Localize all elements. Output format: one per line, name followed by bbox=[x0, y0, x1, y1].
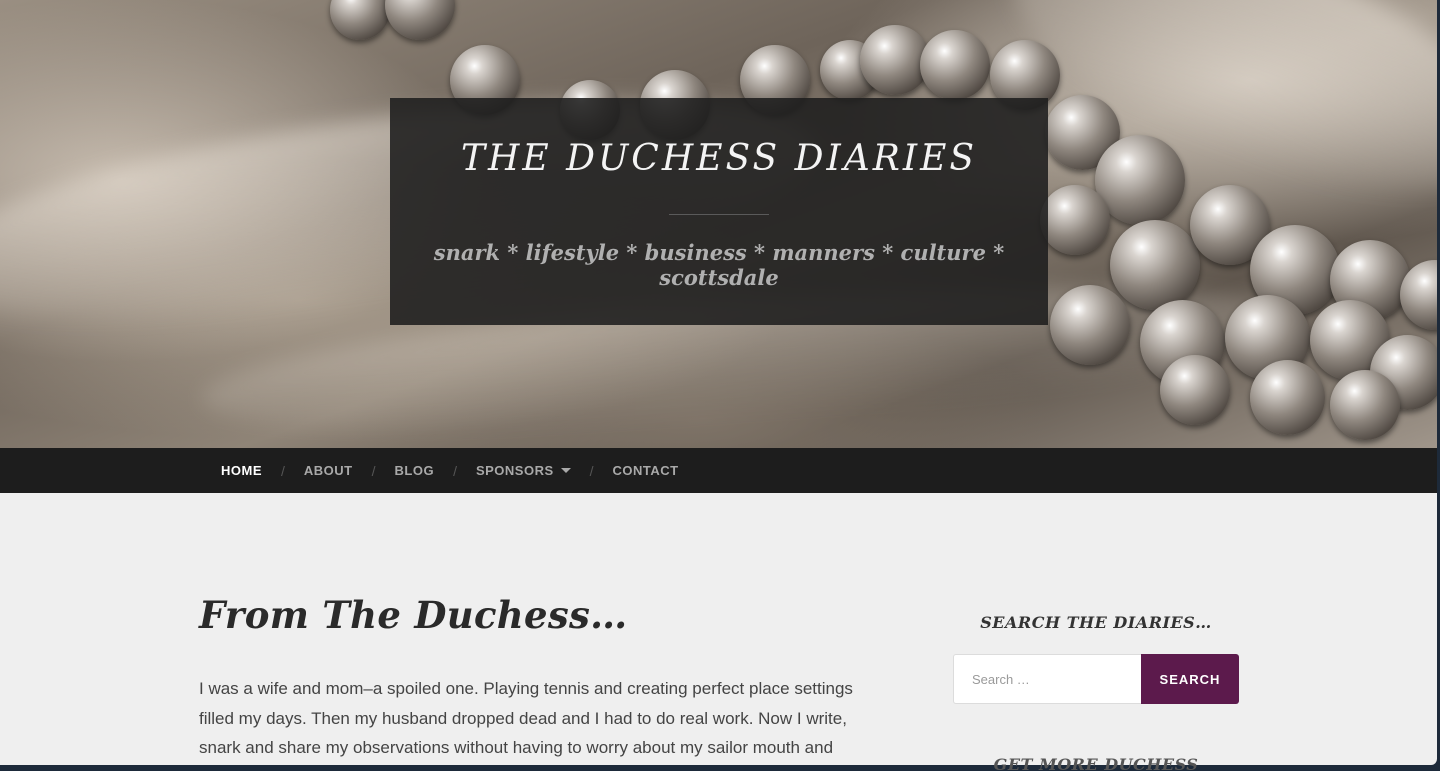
nav-item-home[interactable]: HOME bbox=[221, 463, 262, 478]
pearl bbox=[385, 0, 455, 40]
search-button[interactable]: SEARCH bbox=[1141, 654, 1239, 704]
search-widget-title: SEARCH THE DIARIES… bbox=[980, 613, 1212, 632]
pearl bbox=[1160, 355, 1230, 425]
content-area: From The Duchess… I was a wife and mom–a… bbox=[0, 493, 1437, 771]
nav-separator: / bbox=[453, 462, 457, 479]
nav-item-contact[interactable]: CONTACT bbox=[613, 463, 679, 478]
post-paragraph-line: filled my days. Then my husband dropped … bbox=[199, 708, 847, 728]
nav-item-about[interactable]: ABOUT bbox=[304, 463, 353, 478]
chevron-down-icon bbox=[560, 468, 571, 473]
next-widget-title: GET MORE DUCHESS bbox=[993, 755, 1199, 771]
pearl bbox=[1250, 360, 1325, 435]
nav-item-sponsors[interactable]: SPONSORS bbox=[476, 463, 571, 478]
site-branding: THE DUCHESS DIARIES snark * lifestyle * … bbox=[390, 98, 1048, 325]
nav-item-sponsors-label: SPONSORS bbox=[475, 463, 554, 478]
pearl bbox=[1040, 185, 1110, 255]
header-hero-image: THE DUCHESS DIARIES snark * lifestyle * … bbox=[0, 0, 1440, 448]
pearl bbox=[920, 30, 990, 100]
nav-item-blog[interactable]: BLOG bbox=[395, 463, 435, 478]
pearl bbox=[1330, 370, 1400, 440]
pearl bbox=[330, 0, 390, 40]
site-tagline: snark * lifestyle * business * manners *… bbox=[433, 240, 1005, 290]
post-title: From The Duchess… bbox=[199, 593, 628, 637]
main-navigation: HOME / ABOUT / BLOG / SPONSORS / CONTACT bbox=[0, 448, 1440, 493]
nav-separator: / bbox=[589, 462, 594, 479]
site-title[interactable]: THE DUCHESS DIARIES bbox=[390, 138, 1048, 179]
pearl bbox=[1110, 220, 1200, 310]
title-divider bbox=[669, 214, 769, 215]
nav-separator: / bbox=[371, 462, 376, 479]
post-paragraph-line: snark and share my observations without … bbox=[199, 738, 834, 757]
pearl bbox=[1050, 285, 1130, 365]
post-body: I was a wife and mom–a spoiled one. Play… bbox=[199, 674, 879, 763]
nav-separator: / bbox=[281, 462, 285, 479]
post-paragraph-line: I was a wife and mom–a spoiled one. Play… bbox=[199, 679, 853, 698]
search-input[interactable] bbox=[953, 654, 1141, 704]
search-form: SEARCH bbox=[953, 654, 1239, 704]
